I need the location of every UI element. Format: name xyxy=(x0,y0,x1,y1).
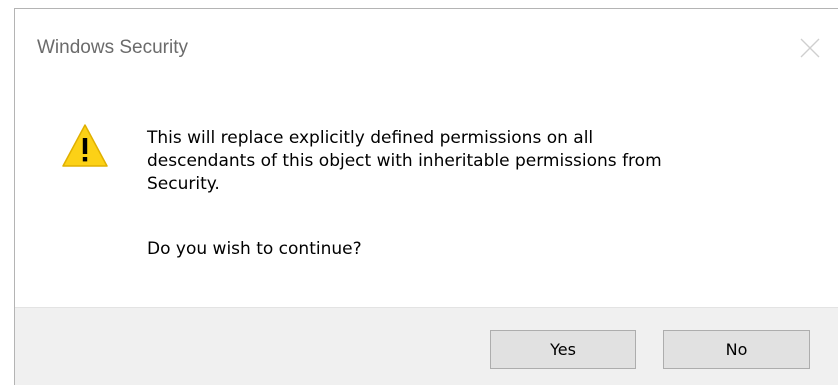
title-bar: Windows Security xyxy=(15,9,838,83)
no-button[interactable]: No xyxy=(663,330,810,369)
close-button[interactable] xyxy=(795,33,825,63)
dialog-message: This will replace explicitly defined per… xyxy=(147,127,807,196)
yes-button[interactable]: Yes xyxy=(490,330,636,369)
warning-icon xyxy=(62,124,108,167)
window-title: Windows Security xyxy=(37,37,188,58)
message-line: This will replace explicitly defined per… xyxy=(147,128,594,148)
dialog-content: This will replace explicitly defined per… xyxy=(15,83,838,307)
security-dialog: Windows Security This will replace expli… xyxy=(14,8,838,385)
message-line: descendants of this object with inherita… xyxy=(147,151,662,171)
close-icon xyxy=(800,38,820,58)
button-bar: Yes No xyxy=(15,307,838,385)
message-line: Security. xyxy=(147,174,220,194)
dialog-question: Do you wish to continue? xyxy=(147,239,362,259)
